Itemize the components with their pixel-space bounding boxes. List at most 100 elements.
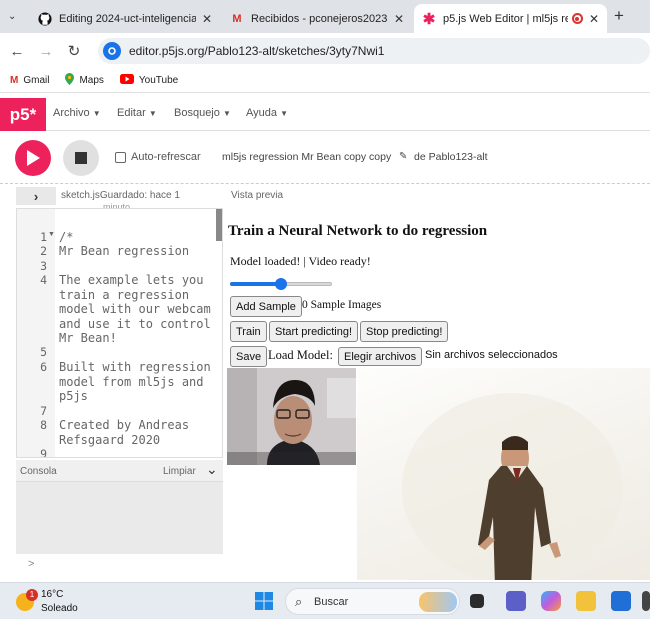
bookmark-label: YouTube (138, 75, 179, 86)
new-tab-button[interactable]: + (614, 6, 624, 26)
menu-label: Archivo (53, 107, 90, 119)
auto-refresh-label: Auto-refrescar (131, 151, 201, 163)
line-number: 6 (40, 360, 47, 374)
gmail-icon: M (232, 12, 242, 25)
menu-archivo[interactable]: Archivo ▼ (53, 107, 101, 119)
menu-ayuda[interactable]: Ayuda ▼ (246, 107, 288, 119)
code-editor[interactable]: 1 ▼ /* 2 Mr Bean regression 3 4 The exam… (16, 208, 223, 458)
file-explorer-icon[interactable] (576, 591, 596, 611)
weather-desc: Soleado (41, 603, 78, 614)
menu-bosquejo[interactable]: Bosquejo ▼ (174, 107, 231, 119)
console-output (16, 482, 223, 554)
app-icon[interactable] (642, 591, 650, 611)
slider-thumb[interactable] (275, 278, 287, 290)
line-number: 8 (40, 418, 47, 432)
menu-label: Ayuda (246, 107, 277, 119)
code-line: /* (59, 230, 74, 244)
sketch-owner[interactable]: de Pablo123-alt (414, 151, 488, 163)
p5-nav: p5* Archivo ▼ Editar ▼ Bosquejo ▼ Ayuda … (0, 98, 650, 131)
no-files-label: Sin archivos seleccionados (425, 349, 558, 361)
caret-down-icon: ▼ (92, 109, 101, 118)
close-icon[interactable]: ✕ (394, 12, 404, 26)
caret-down-icon: ▼ (148, 109, 157, 118)
line-number: 5 (40, 345, 47, 359)
sketch-name[interactable]: ml5js regression Mr Bean copy copy (222, 151, 391, 163)
notification-badge: 1 (26, 589, 38, 601)
console-label: Consola (20, 466, 57, 477)
save-button[interactable]: Save (230, 346, 268, 367)
pencil-icon[interactable]: ✎ (399, 151, 407, 162)
play-icon (27, 150, 40, 166)
console-prompt[interactable]: > (28, 558, 34, 570)
gmail-icon: M (10, 75, 19, 86)
copilot-icon[interactable] (541, 591, 561, 611)
stop-predicting-button[interactable]: Stop predicting! (360, 321, 449, 342)
fold-icon[interactable]: ▼ (48, 231, 55, 238)
train-button[interactable]: Train (230, 321, 267, 342)
choose-files-button[interactable]: Elegir archivos (338, 347, 423, 366)
line-number: 3 (40, 259, 47, 273)
recording-icon (571, 13, 583, 24)
line-number: 9 (40, 447, 47, 458)
sample-count: 0 Sample Images (302, 299, 382, 311)
auto-refresh-checkbox[interactable] (115, 152, 126, 163)
code-line: The example lets you train a regression … (59, 273, 211, 345)
reload-button[interactable]: ↻ (64, 41, 84, 61)
menu-label: Editar (117, 107, 146, 119)
tab-gmail[interactable]: M Recibidos - pconejeros2023@al ✕ (222, 4, 412, 33)
windows-start-icon[interactable] (254, 591, 274, 611)
browser-tab-bar: ⌄ Editing 2024-uct-inteligencia-a ✕ M Re… (0, 0, 650, 33)
search-placeholder: Buscar (314, 596, 349, 608)
bookmark-youtube[interactable]: YouTube (119, 74, 179, 87)
bookmark-maps[interactable]: Maps (65, 73, 104, 88)
file-status: sketch.jsGuardado: hace 1 (61, 190, 180, 201)
url-text: editor.p5js.org/Pablo123-alt/sketches/3y… (129, 44, 385, 58)
line-number: 2 (40, 244, 47, 258)
load-model-label: Load Model: (268, 348, 333, 362)
menu-label: Bosquejo (174, 107, 220, 119)
back-button[interactable]: ← (7, 41, 27, 61)
close-icon[interactable]: ✕ (202, 12, 212, 26)
task-view-icon[interactable] (470, 594, 484, 608)
bookmark-gmail[interactable]: M Gmail (10, 75, 49, 86)
close-icon[interactable]: ✕ (589, 12, 599, 26)
taskbar-search[interactable]: ⌕ Buscar (285, 588, 460, 615)
bookmarks-bar: M Gmail Maps YouTube (0, 69, 650, 93)
add-sample-button[interactable]: Add Sample (230, 296, 302, 317)
stop-button[interactable] (63, 140, 99, 176)
tab-github[interactable]: Editing 2024-uct-inteligencia-a ✕ (30, 4, 220, 33)
browser-toolbar: ← → ↻ editor.p5js.org/Pablo123-alt/sketc… (0, 33, 650, 69)
stop-icon (75, 152, 87, 164)
start-predicting-button[interactable]: Start predicting! (269, 321, 359, 342)
slider[interactable] (230, 278, 332, 290)
webcam-video (227, 368, 356, 465)
tab-p5-editor[interactable]: ✱ p5.js Web Editor | ml5js reg ✕ (414, 4, 607, 33)
line-number: 7 (40, 404, 47, 418)
editor-scrollbar[interactable] (216, 209, 222, 241)
menu-editar[interactable]: Editar ▼ (117, 107, 157, 119)
tab-title: Editing 2024-uct-inteligencia-a (59, 12, 196, 25)
chevron-down-icon[interactable]: ⌄ (206, 461, 218, 478)
sidebar-toggle[interactable]: › (16, 187, 56, 205)
store-icon[interactable] (611, 591, 631, 611)
teams-icon[interactable] (506, 591, 526, 611)
console-clear-button[interactable]: Limpiar (163, 466, 196, 477)
preview-heading: Train a Neural Network to do regression (228, 223, 488, 239)
caret-down-icon: ▼ (222, 109, 231, 118)
forward-button[interactable]: → (36, 41, 56, 61)
tab-list-button[interactable]: ⌄ (8, 11, 22, 25)
search-highlight-icon (419, 592, 457, 612)
site-info-icon[interactable] (103, 42, 121, 60)
console-header: Consola Limpiar ⌄ (16, 460, 223, 482)
code-line: Created by Andreas Refsgaard 2020 (59, 418, 190, 447)
address-bar[interactable]: editor.p5js.org/Pablo123-alt/sketches/3y… (98, 38, 650, 64)
windows-taskbar: 1 16°C Soleado ⌕ Buscar (0, 582, 650, 619)
weather-widget[interactable]: 1 16°C Soleado (14, 587, 84, 617)
search-icon: ⌕ (295, 594, 303, 609)
caret-down-icon: ▼ (280, 109, 288, 118)
line-number: 4 (40, 273, 47, 287)
code-line: Built with regression model from ml5js a… (59, 360, 211, 403)
p5-logo[interactable]: p5* (0, 98, 46, 131)
play-button[interactable] (15, 140, 51, 176)
preview-label: Vista previa (231, 190, 284, 201)
